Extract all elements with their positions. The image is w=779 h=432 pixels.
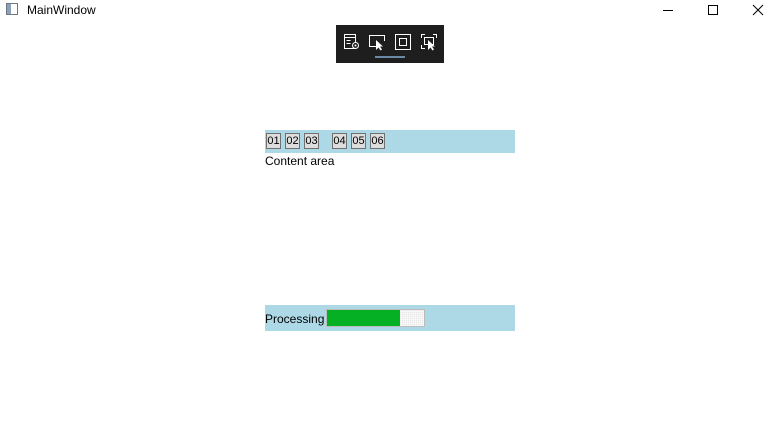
app-window-icon (6, 3, 18, 15)
title-bar[interactable]: MainWindow (0, 0, 779, 20)
close-icon (752, 4, 764, 16)
status-bar: Processing (265, 305, 515, 331)
maximize-button[interactable] (690, 0, 736, 20)
minimize-icon (663, 10, 673, 11)
select-element-button[interactable] (368, 33, 386, 51)
status-text: Processing (265, 312, 325, 326)
display-layout-adorners-icon (395, 34, 411, 50)
progress-fill (327, 310, 400, 326)
close-button[interactable] (735, 0, 779, 20)
display-layout-adorners-button[interactable] (394, 33, 412, 51)
tab-04[interactable]: 04 (332, 133, 347, 149)
track-focused-element-icon (421, 34, 437, 51)
live-visual-tree-button[interactable] (343, 33, 361, 51)
tab-01[interactable]: 01 (266, 133, 281, 149)
tab-05[interactable]: 05 (351, 133, 366, 149)
progress-bar (326, 309, 425, 327)
toolbar-collapse-handle[interactable] (375, 56, 405, 58)
tab-02[interactable]: 02 (285, 133, 300, 149)
tab-06[interactable]: 06 (370, 133, 385, 149)
content-area-label: Content area (265, 154, 335, 168)
window-title: MainWindow (27, 3, 96, 17)
select-element-icon (369, 35, 385, 51)
tab-03[interactable]: 03 (304, 133, 319, 149)
track-focused-element-button[interactable] (420, 33, 438, 51)
debug-toolbar (336, 25, 444, 63)
live-visual-tree-icon (344, 34, 359, 49)
minimize-button[interactable] (645, 0, 691, 20)
maximize-icon (708, 5, 718, 15)
main-window: MainWindow 01 02 03 04 05 06 Content are… (0, 0, 779, 432)
tab-strip: 01 02 03 04 05 06 (265, 130, 515, 153)
